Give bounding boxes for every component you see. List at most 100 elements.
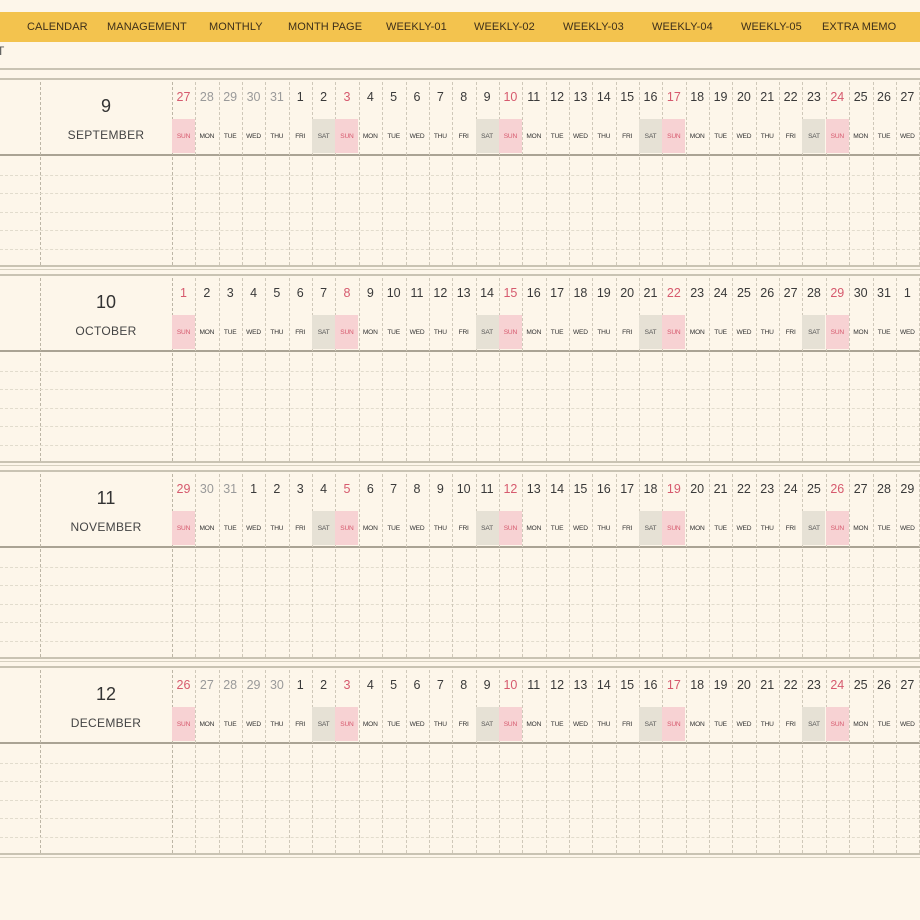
day-number: 25: [736, 286, 751, 300]
day-number: 1: [250, 482, 258, 496]
month-block-december: 12 DECEMBER 26 SUN 27 MON 28 TUE 29 WED 30 THU 1 FRI 2…: [0, 666, 920, 862]
weekday-cell: TUE: [550, 132, 564, 140]
grid-row-line: [0, 211, 920, 213]
day-column-divider: [895, 278, 897, 461]
weekday-cell: WED: [246, 132, 261, 140]
nav-item-month-page[interactable]: MONTH PAGE: [288, 12, 362, 42]
day-number: 8: [460, 90, 468, 104]
weekday-cell: FRI: [295, 328, 306, 336]
nav-item-extra-memo[interactable]: EXTRA MEMO: [822, 12, 896, 42]
day-column-divider: [825, 82, 827, 265]
day-number: 5: [273, 286, 281, 300]
weekday-cell: TUE: [223, 720, 237, 728]
weekday-cell: THU: [597, 524, 611, 532]
day-number: 27: [176, 90, 191, 104]
day-column-divider: [825, 474, 827, 657]
weekday-cell: THU: [433, 524, 447, 532]
day-column-divider: [335, 670, 337, 853]
day-number: 23: [806, 90, 821, 104]
day-number: 25: [853, 678, 868, 692]
day-number: 13: [573, 90, 588, 104]
day-number: 31: [877, 286, 891, 300]
grid-row-line: [0, 370, 920, 372]
day-column-divider: [662, 670, 664, 853]
day-column-divider: [452, 82, 454, 265]
day-number: 22: [666, 286, 681, 300]
weekday-cell: SUN: [498, 511, 522, 545]
day-number: 8: [343, 286, 351, 300]
weekday-cell: WED: [736, 720, 752, 728]
day-number: 12: [550, 678, 565, 692]
weekday-cell: MON: [199, 524, 215, 532]
day-number: 12: [433, 286, 448, 300]
weekday-cell: MON: [199, 132, 215, 140]
nav-item-weekly-04[interactable]: WEEKLY-04: [652, 12, 713, 42]
day-number: 7: [390, 482, 398, 496]
day-number: 31: [223, 482, 238, 496]
day-column-divider: [662, 82, 664, 265]
day-column-divider: [242, 278, 244, 461]
day-column-divider: [218, 278, 220, 461]
day-number: 30: [853, 286, 868, 300]
day-number: 26: [760, 286, 775, 300]
day-column-divider: [382, 670, 384, 853]
weekday-cell: WED: [409, 720, 425, 728]
day-number: 21: [643, 286, 658, 300]
day-column-divider: [568, 278, 570, 461]
label-column-divider: [40, 474, 41, 657]
day-column-divider: [452, 670, 454, 853]
day-column-divider: [382, 278, 384, 461]
weekday-cell: FRI: [785, 720, 796, 728]
day-column-divider: [732, 278, 734, 461]
day-column-divider: [195, 670, 197, 853]
day-column-divider: [755, 278, 757, 461]
weekday-cell: MON: [853, 720, 869, 728]
day-column-divider: [755, 474, 757, 657]
day-column-divider: [662, 278, 664, 461]
day-column-divider: [592, 474, 594, 657]
weekday-cell: FRI: [295, 132, 306, 140]
nav-item-calendar[interactable]: CALENDAR: [27, 12, 88, 42]
day-number: 4: [250, 286, 258, 300]
weekday-cell: SUN: [498, 119, 522, 153]
weekday-cell: TUE: [387, 720, 400, 728]
weekday-cell: THU: [597, 132, 611, 140]
weekday-cell: MON: [362, 132, 378, 140]
nav-item-weekly-01[interactable]: WEEKLY-01: [386, 12, 447, 42]
weekday-cell: FRI: [785, 132, 796, 140]
weekday-cell: SUN: [662, 119, 686, 153]
nav-item-weekly-02[interactable]: WEEKLY-02: [474, 12, 535, 42]
day-number: 4: [366, 678, 374, 692]
day-number: 17: [666, 90, 681, 104]
day-number: 29: [223, 90, 238, 104]
day-number: 3: [226, 286, 234, 300]
nav-item-weekly-03[interactable]: WEEKLY-03: [563, 12, 624, 42]
weekday-cell: SAT: [802, 707, 826, 741]
nav-item-monthly[interactable]: MONTHLY: [209, 12, 263, 42]
weekday-cell: SAT: [475, 315, 499, 349]
day-number: 5: [343, 482, 351, 496]
day-column-divider: [358, 278, 360, 461]
grid-row-line: [0, 407, 920, 409]
nav-item-management[interactable]: MANAGEMENT: [107, 12, 187, 42]
nav-item-weekly-05[interactable]: WEEKLY-05: [741, 12, 802, 42]
day-column-divider: [312, 278, 314, 461]
day-column-divider: [265, 278, 267, 461]
grid-row-line: [0, 762, 920, 764]
day-number: 27: [853, 482, 868, 496]
day-column-divider: [592, 82, 594, 265]
day-column-divider: [662, 474, 664, 657]
day-column-divider: [382, 82, 384, 265]
weekday-cell: WED: [409, 328, 425, 336]
day-number: 2: [320, 90, 328, 104]
day-column-divider: [802, 474, 804, 657]
weekday-cell: MON: [362, 720, 378, 728]
day-number: 12: [550, 90, 565, 104]
day-column-divider: [498, 474, 500, 657]
day-number: 11: [480, 482, 494, 496]
grid-row-line: [0, 174, 920, 176]
weekday-cell: THU: [597, 328, 611, 336]
day-number: 12: [503, 482, 518, 496]
day-number: 9: [483, 678, 491, 692]
day-number: 22: [783, 678, 798, 692]
